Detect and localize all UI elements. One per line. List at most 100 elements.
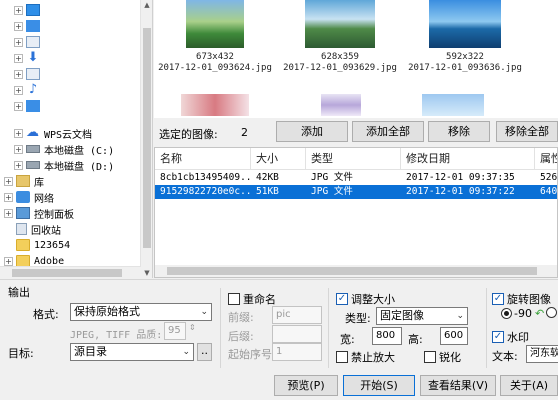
tree-horizontal-scrollbar[interactable] bbox=[0, 266, 141, 278]
file-list-horizontal-scrollbar[interactable] bbox=[155, 265, 557, 277]
cell-attributes: 640x bbox=[540, 186, 558, 197]
column-attributes[interactable]: 属性 bbox=[535, 148, 557, 170]
expand-icon[interactable]: + bbox=[14, 101, 23, 111]
tree-label: 本地磁盘 (D:) bbox=[44, 161, 115, 173]
add-button[interactable]: 添加 bbox=[276, 121, 348, 142]
remove-button[interactable]: 移除 bbox=[428, 121, 490, 142]
scrollbar-thumb[interactable] bbox=[12, 269, 122, 277]
remove-all-button[interactable]: 移除全部 bbox=[496, 121, 558, 142]
rotate-option-radio[interactable] bbox=[546, 307, 558, 318]
format-select[interactable]: 保持原始格式 ⌄ bbox=[70, 303, 212, 321]
file-list[interactable]: 名称 大小 类型 修改日期 属性 8cb1cb13495409... 42KB … bbox=[154, 147, 558, 278]
tree-item[interactable]: + ♪ bbox=[14, 82, 44, 98]
column-modified-date[interactable]: 修改日期 bbox=[401, 148, 535, 170]
column-name[interactable]: 名称 bbox=[155, 148, 251, 170]
radio-selected-icon[interactable] bbox=[501, 308, 512, 319]
output-group-title: 输出 bbox=[8, 286, 30, 299]
suffix-input[interactable] bbox=[272, 325, 322, 343]
no-enlarge-checkbox[interactable]: 禁止放大 bbox=[336, 349, 395, 365]
thumbnail-item[interactable]: 592x322 2017-12-01_093636.jpg bbox=[404, 0, 526, 74]
expand-icon[interactable]: + bbox=[14, 144, 23, 154]
cell-attributes: 526x bbox=[540, 172, 558, 183]
resize-checkbox[interactable]: ✓ 调整大小 bbox=[336, 291, 395, 307]
tree-item-network[interactable]: + 网络 bbox=[4, 189, 54, 205]
scroll-up-icon[interactable]: ▲ bbox=[142, 0, 152, 10]
thumbnail-item[interactable]: 673x432 2017-12-01_093624.jpg bbox=[154, 0, 276, 74]
rotate-minus-90-radio[interactable]: -90 ↶ bbox=[501, 307, 544, 320]
prefix-input[interactable]: pic bbox=[272, 306, 322, 324]
checkbox-checked-icon[interactable]: ✓ bbox=[336, 293, 348, 305]
expand-icon[interactable]: + bbox=[14, 53, 23, 63]
tree-item-folder[interactable]: 123654 bbox=[16, 237, 70, 253]
expand-icon[interactable]: + bbox=[14, 5, 23, 15]
checkbox-box[interactable] bbox=[336, 351, 348, 363]
expand-icon[interactable]: + bbox=[14, 69, 23, 79]
expand-icon[interactable]: + bbox=[4, 176, 13, 186]
rename-checkbox[interactable]: 重命名 bbox=[228, 291, 276, 307]
table-row-selected[interactable]: 91529822720e0c... 51KB JPG 文件 2017-12-01… bbox=[155, 185, 558, 199]
tree-item-library[interactable]: + 库 bbox=[4, 173, 44, 189]
tree-item[interactable]: + bbox=[14, 98, 44, 114]
expand-icon[interactable]: + bbox=[14, 160, 23, 170]
resize-type-select[interactable]: 固定图像 ⌄ bbox=[376, 307, 468, 325]
expand-icon[interactable]: + bbox=[14, 21, 23, 31]
scrollbar-thumb[interactable] bbox=[167, 267, 537, 275]
expand-icon[interactable]: + bbox=[4, 192, 13, 202]
expand-icon[interactable]: + bbox=[4, 256, 13, 266]
add-all-button[interactable]: 添加全部 bbox=[352, 121, 424, 142]
column-type[interactable]: 类型 bbox=[306, 148, 401, 170]
watermark-checkbox[interactable]: ✓ 水印 bbox=[492, 329, 529, 345]
tree-item-control-panel[interactable]: + 控制面板 bbox=[4, 205, 74, 221]
tree-item[interactable]: + bbox=[14, 18, 44, 34]
table-row[interactable]: 8cb1cb13495409... 42KB JPG 文件 2017-12-01… bbox=[155, 171, 558, 185]
scrollbar-thumb[interactable] bbox=[143, 28, 151, 248]
watermark-text-input[interactable]: 河东软 bbox=[526, 345, 558, 363]
start-number-input[interactable]: 1 bbox=[272, 343, 322, 361]
tree-item-disk-d[interactable]: + 本地磁盘 (D:) bbox=[14, 157, 114, 173]
quality-input[interactable]: 95 bbox=[164, 322, 186, 340]
tree-vertical-scrollbar[interactable]: ▲ ▼ bbox=[140, 0, 152, 278]
thumbnail-panel[interactable]: 673x432 2017-12-01_093624.jpg 628x359 20… bbox=[154, 0, 558, 118]
thumbnail-filename: 2017-12-01_093624.jpg bbox=[158, 63, 272, 73]
selected-images-count: 2 bbox=[241, 126, 248, 139]
checkbox-box[interactable] bbox=[424, 351, 436, 363]
view-results-button[interactable]: 查看结果(V) bbox=[420, 375, 496, 396]
tree-item-wps-cloud[interactable]: + ☁ WPS云文档 bbox=[14, 125, 92, 141]
height-input[interactable]: 600 bbox=[440, 327, 468, 345]
thumbnail-image[interactable] bbox=[321, 94, 361, 116]
scroll-down-icon[interactable]: ▼ bbox=[142, 268, 152, 278]
browse-button[interactable]: .. bbox=[197, 343, 212, 361]
preview-button[interactable]: 预览(P) bbox=[274, 375, 338, 396]
radio-icon[interactable] bbox=[546, 307, 557, 318]
start-button[interactable]: 开始(S) bbox=[343, 375, 415, 396]
tree-item[interactable]: + bbox=[14, 66, 44, 82]
target-select[interactable]: 源目录 ⌄ bbox=[70, 343, 194, 361]
sharpen-checkbox[interactable]: 锐化 bbox=[424, 349, 461, 365]
expand-icon[interactable]: + bbox=[4, 208, 13, 218]
thumbnail-item[interactable]: 628x359 2017-12-01_093629.jpg bbox=[279, 0, 401, 74]
no-enlarge-label: 禁止放大 bbox=[351, 351, 395, 364]
checkbox-checked-icon[interactable]: ✓ bbox=[492, 293, 504, 305]
tree-item[interactable]: + bbox=[14, 2, 44, 18]
about-button[interactable]: 关于(A) bbox=[500, 375, 558, 396]
quality-label: JPEG, TIFF 品质: bbox=[70, 330, 163, 341]
expand-icon[interactable]: + bbox=[14, 37, 23, 47]
thumbnail-image[interactable] bbox=[181, 94, 249, 116]
width-label: 宽: bbox=[340, 333, 355, 346]
expand-icon[interactable]: + bbox=[14, 85, 23, 95]
quality-spinner-icon[interactable]: ⇕ bbox=[189, 323, 196, 332]
tree-item[interactable]: + bbox=[14, 34, 44, 50]
expand-icon[interactable]: + bbox=[14, 128, 23, 138]
tree-item-disk-c[interactable]: + 本地磁盘 (C:) bbox=[14, 141, 114, 157]
width-input[interactable]: 800 bbox=[372, 327, 402, 345]
thumbnail-image[interactable] bbox=[422, 94, 484, 116]
column-size[interactable]: 大小 bbox=[251, 148, 306, 170]
checkbox-checked-icon[interactable]: ✓ bbox=[492, 331, 504, 343]
tree-item-recycle-bin[interactable]: 回收站 bbox=[16, 221, 61, 237]
checkbox-box[interactable] bbox=[228, 293, 240, 305]
rotate-checkbox[interactable]: ✓ 旋转图像 bbox=[492, 291, 551, 307]
folder-tree[interactable]: + + + + ⬇ + + ♪ + + ☁ WPS云文档 + 本地磁盘 (C:)… bbox=[0, 0, 153, 278]
target-label: 目标: bbox=[8, 347, 34, 360]
tree-item[interactable]: + ⬇ bbox=[14, 50, 44, 66]
resize-label: 调整大小 bbox=[351, 293, 395, 306]
